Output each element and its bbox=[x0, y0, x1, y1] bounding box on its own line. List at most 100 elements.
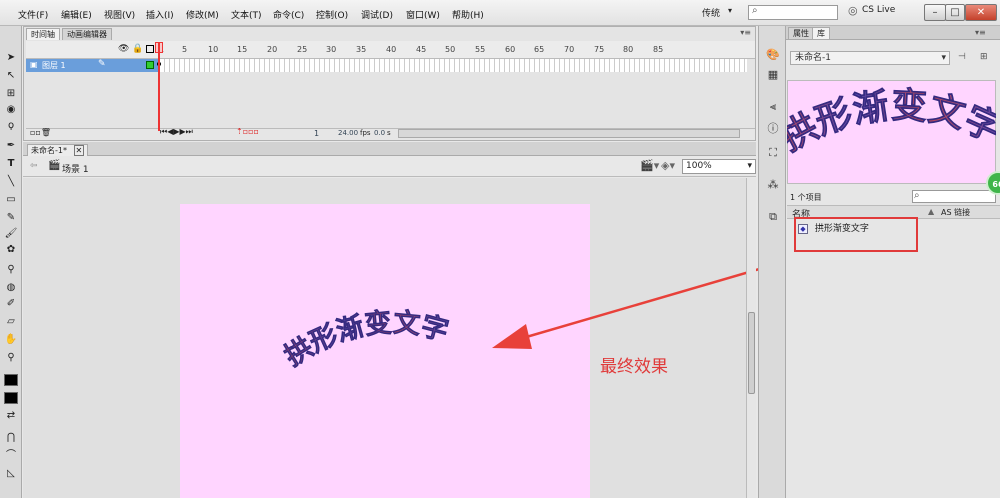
paint-bucket-icon[interactable]: ◍ bbox=[2, 280, 20, 296]
eraser-icon[interactable]: ▱ bbox=[2, 314, 20, 330]
info-icon[interactable]: ⓘ bbox=[766, 122, 780, 136]
document-tab-strip bbox=[23, 142, 756, 156]
color-panel-icon[interactable]: 🎨 bbox=[766, 48, 780, 62]
search-icon: ⌕ bbox=[752, 5, 758, 16]
playback-controls[interactable]: ⏮◀▶▶⏭ bbox=[160, 127, 193, 137]
panel-menu-icon[interactable]: ▾≡ bbox=[975, 28, 986, 37]
edit-scene-icon[interactable]: 🎬▾ bbox=[640, 159, 659, 172]
motion-presets-icon[interactable]: ⧉ bbox=[766, 210, 780, 224]
minimize-button[interactable]: – bbox=[924, 4, 946, 21]
stroke-color-swatch[interactable] bbox=[4, 374, 18, 386]
menu-help[interactable]: 帮助(H) bbox=[452, 8, 484, 21]
frame-number: 80 bbox=[623, 45, 634, 54]
bone-tool-icon[interactable]: ⚲ bbox=[2, 262, 20, 278]
hand-tool-icon[interactable]: ✋ bbox=[2, 332, 20, 348]
library-document-name: 未命名-1 bbox=[795, 53, 831, 63]
chevron-down-icon[interactable]: ▾ bbox=[941, 52, 946, 64]
maximize-button[interactable]: □ bbox=[945, 4, 965, 21]
menu-commands[interactable]: 命令(C) bbox=[273, 8, 304, 21]
menu-view[interactable]: 视图(V) bbox=[104, 8, 135, 21]
line-tool-icon[interactable]: ╲ bbox=[2, 174, 20, 190]
edit-symbols-icon[interactable]: ◈▾ bbox=[661, 159, 675, 172]
playhead[interactable] bbox=[158, 43, 160, 131]
frame-number: 35 bbox=[356, 45, 367, 54]
deco-icon[interactable]: ✿ bbox=[2, 242, 20, 258]
cs-live-button[interactable]: CS Live bbox=[862, 5, 895, 15]
stage-arched-text: 拱形渐变文字 bbox=[279, 306, 452, 372]
scene-name[interactable]: 场景 1 bbox=[62, 162, 89, 175]
transform-icon[interactable]: ⛶ bbox=[766, 146, 780, 160]
selection-tool-icon[interactable]: ➤ bbox=[2, 50, 20, 66]
current-frame[interactable]: 1 bbox=[314, 129, 319, 138]
document-tab-title: 未命名-1* bbox=[31, 146, 67, 155]
fps-label: fps bbox=[360, 129, 371, 137]
subselection-tool-icon[interactable]: ↖ bbox=[2, 68, 20, 84]
tab-properties[interactable]: 属性 bbox=[788, 27, 814, 39]
brush-icon[interactable]: 🖌 bbox=[2, 226, 20, 242]
chevron-down-icon[interactable]: ▾ bbox=[728, 6, 732, 15]
straighten-icon[interactable]: ◺ bbox=[2, 466, 20, 482]
new-library-icon[interactable]: ⊞ bbox=[980, 52, 988, 62]
menu-window[interactable]: 窗口(W) bbox=[406, 8, 440, 21]
outline-icon[interactable] bbox=[146, 45, 154, 53]
pin-library-icon[interactable]: ⊣ bbox=[958, 52, 966, 62]
eye-icon[interactable]: 👁 bbox=[118, 44, 129, 54]
frames-row[interactable] bbox=[160, 59, 747, 72]
chevron-down-icon[interactable]: ▾ bbox=[747, 160, 752, 173]
timeline-scrollbar[interactable] bbox=[398, 129, 740, 138]
scrollbar-thumb[interactable] bbox=[748, 312, 755, 394]
onion-skin-icon[interactable]: ⇡▫▫▫ bbox=[236, 127, 259, 136]
3d-rotation-icon[interactable]: ◉ bbox=[2, 102, 20, 118]
annotation-arrow bbox=[492, 261, 781, 349]
rectangle-tool-icon[interactable]: ▭ bbox=[2, 192, 20, 208]
tab-timeline[interactable]: 时间轴 bbox=[26, 28, 60, 40]
align-icon[interactable]: ⫷ bbox=[766, 100, 780, 114]
back-arrow-icon[interactable]: ⇦ bbox=[30, 161, 38, 171]
workspace-selector[interactable]: 传统 bbox=[702, 6, 720, 19]
zoom-select[interactable]: 100% ▾ bbox=[682, 159, 756, 174]
eyedropper-icon[interactable]: ✐ bbox=[2, 296, 20, 312]
pen-tool-icon[interactable]: ✒ bbox=[2, 138, 20, 154]
snap-icon[interactable]: ⋂ bbox=[2, 430, 20, 446]
column-linkage[interactable]: AS 链接 bbox=[941, 207, 970, 218]
tab-library[interactable]: 库 bbox=[812, 27, 830, 39]
zoom-tool-icon[interactable]: ⚲ bbox=[2, 350, 20, 366]
elapsed-time: 0.0 bbox=[374, 129, 386, 137]
menu-text[interactable]: 文本(T) bbox=[231, 8, 262, 21]
free-transform-icon[interactable]: ⊞ bbox=[2, 86, 20, 102]
menu-insert[interactable]: 插入(I) bbox=[146, 8, 174, 21]
help-search-input[interactable] bbox=[748, 5, 838, 20]
layer-icon: ▣ bbox=[30, 60, 38, 69]
pencil-icon[interactable]: ✎ bbox=[2, 210, 20, 226]
frame-number: 70 bbox=[564, 45, 575, 54]
swap-colors-icon[interactable]: ⇄ bbox=[2, 408, 20, 424]
swatches-icon[interactable]: ▦ bbox=[766, 68, 780, 82]
document-tab[interactable]: 未命名-1* ✕ bbox=[27, 144, 89, 156]
components-icon[interactable]: ⁂ bbox=[766, 178, 780, 192]
layer-color-swatch[interactable] bbox=[146, 61, 154, 69]
menu-edit[interactable]: 编辑(E) bbox=[61, 8, 92, 21]
close-tab-icon[interactable]: ✕ bbox=[73, 145, 85, 156]
panel-menu-icon[interactable]: ▾≡ bbox=[740, 28, 751, 37]
layer-name[interactable]: 图层 1 bbox=[42, 60, 66, 71]
pencil-icon: ✎ bbox=[98, 59, 106, 69]
smooth-icon[interactable]: ⌒ bbox=[2, 448, 20, 464]
highlight-box bbox=[794, 217, 918, 252]
tab-motion-editor[interactable]: 动画编辑器 bbox=[62, 28, 112, 40]
text-tool-icon[interactable]: T bbox=[2, 156, 20, 172]
new-layer-icon[interactable]: ▫▫🗑 bbox=[30, 128, 51, 137]
fill-color-swatch[interactable] bbox=[4, 392, 18, 404]
lock-icon[interactable]: 🔒 bbox=[132, 44, 143, 54]
library-search-input[interactable] bbox=[912, 190, 996, 203]
menu-debug[interactable]: 调试(D) bbox=[361, 8, 393, 21]
sort-arrow-icon[interactable]: ▲ bbox=[928, 207, 934, 216]
lasso-icon[interactable]: ϙ bbox=[2, 118, 20, 134]
frame-rate-value[interactable]: 24.00 bbox=[338, 129, 358, 137]
close-button[interactable]: ✕ bbox=[965, 4, 997, 21]
menu-modify[interactable]: 修改(M) bbox=[186, 8, 219, 21]
time-unit: s bbox=[387, 129, 391, 137]
library-document-select[interactable]: 未命名-1 ▾ bbox=[790, 51, 950, 65]
preview-arched-text: 拱形渐变文字 bbox=[787, 84, 996, 160]
menu-control[interactable]: 控制(O) bbox=[316, 8, 348, 21]
menu-file[interactable]: 文件(F) bbox=[18, 8, 48, 21]
